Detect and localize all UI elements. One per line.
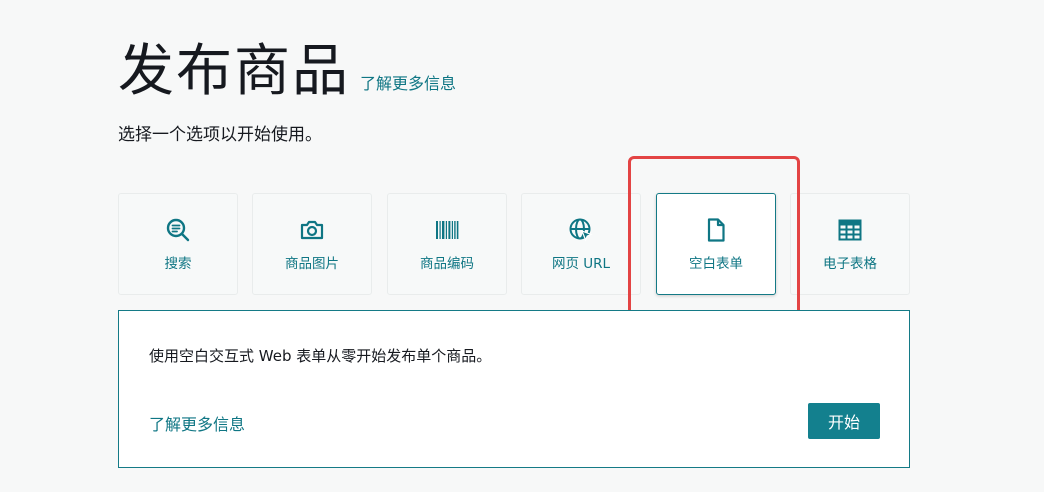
- spreadsheet-icon: [836, 216, 864, 244]
- option-label: 商品图片: [285, 256, 339, 272]
- option-label: 商品编码: [420, 256, 474, 272]
- globe-cursor-icon: [567, 216, 595, 244]
- option-label: 空白表单: [689, 256, 743, 272]
- option-product-code[interactable]: 商品编码: [387, 193, 507, 295]
- learn-more-link-header[interactable]: 了解更多信息: [360, 70, 456, 94]
- page-subtitle: 选择一个选项以开始使用。: [118, 125, 322, 145]
- title-row: 发布商品 了解更多信息: [118, 39, 456, 104]
- search-list-icon: [164, 216, 192, 244]
- document-icon: [702, 216, 730, 244]
- publish-product-page: 发布商品 了解更多信息 选择一个选项以开始使用。 搜索 商品图片 商品编码 网页…: [0, 0, 1044, 492]
- option-label: 搜索: [164, 256, 192, 272]
- option-detail-panel: 使用空白交互式 Web 表单从零开始发布单个商品。 了解更多信息 开始: [118, 310, 910, 468]
- option-label: 网页 URL: [551, 256, 611, 272]
- learn-more-link-panel[interactable]: 了解更多信息: [149, 411, 245, 435]
- option-label: 电子表格: [823, 256, 877, 272]
- page-title: 发布商品: [118, 39, 350, 104]
- camera-icon: [298, 216, 326, 244]
- option-product-image[interactable]: 商品图片: [252, 193, 372, 295]
- option-web-url[interactable]: 网页 URL: [521, 193, 641, 295]
- option-search[interactable]: 搜索: [118, 193, 238, 295]
- barcode-icon: [433, 216, 461, 244]
- start-button[interactable]: 开始: [808, 403, 880, 439]
- option-blank-form[interactable]: 空白表单: [656, 193, 776, 295]
- option-description: 使用空白交互式 Web 表单从零开始发布单个商品。: [149, 347, 492, 365]
- option-tiles: 搜索 商品图片 商品编码 网页 URL 空白表单 电子表格: [118, 193, 910, 295]
- option-spreadsheet[interactable]: 电子表格: [790, 193, 910, 295]
